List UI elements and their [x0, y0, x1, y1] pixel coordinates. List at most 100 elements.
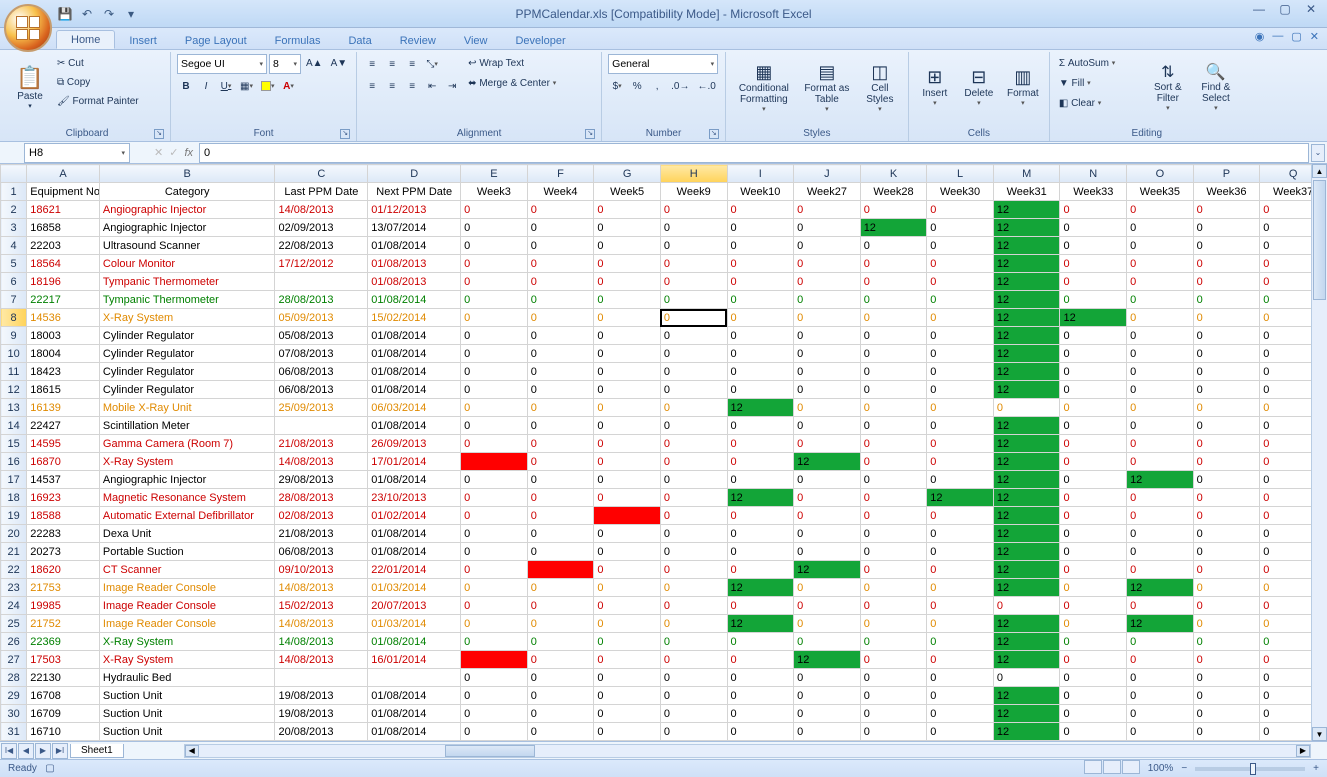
cell-N27[interactable]: 0 — [1060, 651, 1127, 669]
cell-G15[interactable]: 0 — [594, 435, 661, 453]
cell-E25[interactable]: 0 — [461, 615, 528, 633]
cell-A27[interactable]: 17503 — [27, 651, 100, 669]
cell-H16[interactable]: 0 — [660, 453, 727, 471]
cell-J20[interactable]: 0 — [794, 525, 861, 543]
cell-E27[interactable] — [461, 651, 528, 669]
cell-K12[interactable]: 0 — [860, 381, 927, 399]
cell-A11[interactable]: 18423 — [27, 363, 100, 381]
cell-D24[interactable]: 20/07/2013 — [368, 597, 461, 615]
zoom-slider[interactable] — [1195, 767, 1305, 771]
cell-L16[interactable]: 0 — [927, 453, 994, 471]
cell-D28[interactable] — [368, 669, 461, 687]
cell-J3[interactable]: 0 — [794, 219, 861, 237]
cell-J27[interactable]: 12 — [794, 651, 861, 669]
cell-F16[interactable]: 0 — [527, 453, 594, 471]
row-header-16[interactable]: 16 — [1, 453, 27, 471]
cell-E2[interactable]: 0 — [461, 201, 528, 219]
cell-I17[interactable]: 0 — [727, 471, 794, 489]
cell-N10[interactable]: 0 — [1060, 345, 1127, 363]
cell-E31[interactable]: 0 — [461, 723, 528, 741]
cell-K23[interactable]: 0 — [860, 579, 927, 597]
cell-O4[interactable]: 0 — [1127, 237, 1194, 255]
cell-G22[interactable]: 0 — [594, 561, 661, 579]
cell-P16[interactable]: 0 — [1193, 453, 1260, 471]
cell-O17[interactable]: 12 — [1127, 471, 1194, 489]
cell-M2[interactable]: 12 — [993, 201, 1060, 219]
align-top-button[interactable]: ≡ — [363, 55, 381, 73]
cell-B21[interactable]: Portable Suction — [99, 543, 275, 561]
cell-N13[interactable]: 0 — [1060, 399, 1127, 417]
cell-K24[interactable]: 0 — [860, 597, 927, 615]
horizontal-scrollbar[interactable]: ◀ ▶ — [184, 744, 1311, 758]
cell-F24[interactable]: 0 — [527, 597, 594, 615]
paste-button[interactable]: 📋 Paste▾ — [10, 54, 50, 120]
cell-D3[interactable]: 13/07/2014 — [368, 219, 461, 237]
cell-P15[interactable]: 0 — [1193, 435, 1260, 453]
cell-D29[interactable]: 01/08/2014 — [368, 687, 461, 705]
cell-E13[interactable]: 0 — [461, 399, 528, 417]
cell-P4[interactable]: 0 — [1193, 237, 1260, 255]
cell-B12[interactable]: Cylinder Regulator — [99, 381, 275, 399]
cell-M21[interactable]: 12 — [993, 543, 1060, 561]
cell-G16[interactable]: 0 — [594, 453, 661, 471]
cell-C28[interactable] — [275, 669, 368, 687]
row-header-9[interactable]: 9 — [1, 327, 27, 345]
align-bottom-button[interactable]: ≡ — [403, 55, 421, 73]
cell-O18[interactable]: 0 — [1127, 489, 1194, 507]
sheet-first-icon[interactable]: I◀ — [1, 743, 17, 759]
cell-G11[interactable]: 0 — [594, 363, 661, 381]
cell-G13[interactable]: 0 — [594, 399, 661, 417]
cell-J18[interactable]: 0 — [794, 489, 861, 507]
cell-B7[interactable]: Tympanic Thermometer — [99, 291, 275, 309]
cell-O11[interactable]: 0 — [1127, 363, 1194, 381]
col-header-A[interactable]: A — [27, 165, 100, 183]
cell-L12[interactable]: 0 — [927, 381, 994, 399]
cell-B24[interactable]: Image Reader Console — [99, 597, 275, 615]
cell-K10[interactable]: 0 — [860, 345, 927, 363]
cell-P19[interactable]: 0 — [1193, 507, 1260, 525]
cell-O23[interactable]: 12 — [1127, 579, 1194, 597]
percent-button[interactable]: % — [628, 77, 646, 95]
cell-J4[interactable]: 0 — [794, 237, 861, 255]
cell-J30[interactable]: 0 — [794, 705, 861, 723]
cell-O19[interactable]: 0 — [1127, 507, 1194, 525]
cell-K30[interactable]: 0 — [860, 705, 927, 723]
cell-O1[interactable]: Week35 — [1127, 183, 1194, 201]
cell-P7[interactable]: 0 — [1193, 291, 1260, 309]
row-header-24[interactable]: 24 — [1, 597, 27, 615]
cell-G31[interactable]: 0 — [594, 723, 661, 741]
cell-E11[interactable]: 0 — [461, 363, 528, 381]
cell-P28[interactable]: 0 — [1193, 669, 1260, 687]
save-icon[interactable]: 💾 — [56, 5, 74, 23]
cell-L27[interactable]: 0 — [927, 651, 994, 669]
cell-L19[interactable]: 0 — [927, 507, 994, 525]
cell-N12[interactable]: 0 — [1060, 381, 1127, 399]
cell-G14[interactable]: 0 — [594, 417, 661, 435]
cell-L4[interactable]: 0 — [927, 237, 994, 255]
cell-P10[interactable]: 0 — [1193, 345, 1260, 363]
cell-E18[interactable]: 0 — [461, 489, 528, 507]
cell-H24[interactable]: 0 — [660, 597, 727, 615]
row-header-17[interactable]: 17 — [1, 471, 27, 489]
cell-I10[interactable]: 0 — [727, 345, 794, 363]
cell-H27[interactable]: 0 — [660, 651, 727, 669]
cell-G27[interactable]: 0 — [594, 651, 661, 669]
cell-C13[interactable]: 25/09/2013 — [275, 399, 368, 417]
cell-E17[interactable]: 0 — [461, 471, 528, 489]
cell-D12[interactable]: 01/08/2014 — [368, 381, 461, 399]
cell-M4[interactable]: 12 — [993, 237, 1060, 255]
row-header-20[interactable]: 20 — [1, 525, 27, 543]
cell-M9[interactable]: 12 — [993, 327, 1060, 345]
cell-K14[interactable]: 0 — [860, 417, 927, 435]
cell-A30[interactable]: 16709 — [27, 705, 100, 723]
row-header-27[interactable]: 27 — [1, 651, 27, 669]
cell-M18[interactable]: 12 — [993, 489, 1060, 507]
cell-C9[interactable]: 05/08/2013 — [275, 327, 368, 345]
cell-D20[interactable]: 01/08/2014 — [368, 525, 461, 543]
row-header-18[interactable]: 18 — [1, 489, 27, 507]
cell-M30[interactable]: 12 — [993, 705, 1060, 723]
cell-H15[interactable]: 0 — [660, 435, 727, 453]
cell-M25[interactable]: 12 — [993, 615, 1060, 633]
cell-N21[interactable]: 0 — [1060, 543, 1127, 561]
cell-F13[interactable]: 0 — [527, 399, 594, 417]
